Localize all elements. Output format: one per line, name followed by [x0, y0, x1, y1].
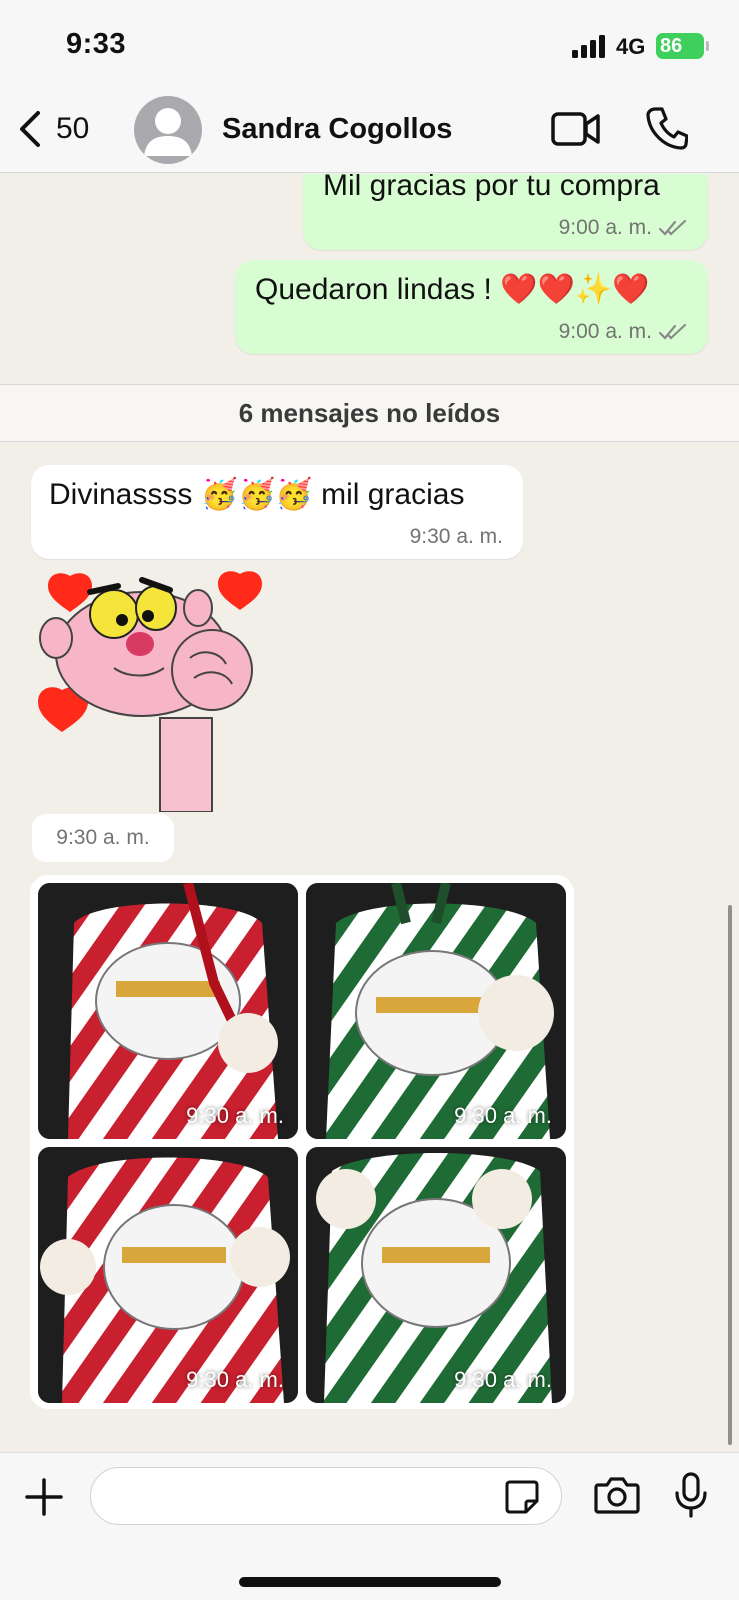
chat-area[interactable]: Mil gracias por tu compra 9:00 a. m. Que…: [0, 174, 739, 1452]
sticker-time: 9:30 a. m.: [32, 814, 174, 862]
photo-thumbnail[interactable]: 9:30 a. m.: [38, 883, 298, 1139]
contact-name[interactable]: Sandra Cogollos: [222, 113, 452, 146]
camera-icon: [594, 1477, 640, 1514]
message-meta: 9:00 a. m.: [559, 320, 688, 344]
back-button[interactable]: 50: [16, 109, 89, 149]
pink-panther-sticker[interactable]: [30, 568, 280, 813]
photo-album[interactable]: 9:30 a. m. 9:30 a. m. 9:30 a. m. 9:30 a.…: [30, 875, 574, 1409]
photo-thumbnail[interactable]: 9:30 a. m.: [38, 1147, 298, 1403]
photo-thumbnail[interactable]: 9:30 a. m.: [306, 883, 566, 1139]
microphone-button[interactable]: [674, 1471, 708, 1524]
message-bubble-incoming[interactable]: Divinassss 🥳🥳🥳 mil gracias 9:30 a. m.: [31, 465, 523, 559]
phone-icon: [646, 107, 689, 150]
unread-count: 50: [56, 112, 90, 145]
chevron-left-icon: [20, 111, 40, 147]
message-text: Quedaron lindas ! ❤️❤️✨❤️: [255, 273, 650, 306]
pink-panther-icon: [38, 571, 262, 813]
photo-time: 9:30 a. m.: [454, 1103, 552, 1128]
photo-time: 9:30 a. m.: [454, 1367, 552, 1392]
gift-bag-image: [38, 883, 298, 1139]
battery-icon: 86: [656, 33, 709, 59]
input-bar: [0, 1452, 739, 1600]
video-call-button[interactable]: [551, 110, 601, 153]
microphone-icon: [675, 1472, 707, 1518]
message-bubble-outgoing[interactable]: Quedaron lindas ! ❤️❤️✨❤️ 9:00 a. m.: [235, 260, 708, 354]
photo-time: 9:30 a. m.: [186, 1103, 284, 1128]
sticker-button[interactable]: [504, 1479, 540, 1520]
home-indicator: [239, 1577, 501, 1587]
video-camera-icon: [551, 112, 600, 146]
message-time: 9:00 a. m.: [558, 216, 652, 239]
gift-bag-image: [306, 1147, 566, 1403]
message-time: 9:00 a. m.: [558, 320, 652, 343]
status-bar: 9:33 4G 86: [0, 0, 739, 95]
chat-header: 50 Sandra Cogollos: [0, 95, 739, 173]
message-text: Mil gracias por tu compra: [323, 174, 660, 202]
attach-button[interactable]: [24, 1477, 64, 1522]
scrollbar[interactable]: [728, 905, 732, 1445]
message-input[interactable]: [90, 1467, 562, 1525]
message-bubble-outgoing[interactable]: Mil gracias por tu compra 9:00 a. m.: [303, 174, 708, 250]
signal-icon: [572, 34, 608, 58]
voice-call-button[interactable]: [646, 106, 689, 155]
person-icon: [144, 108, 192, 156]
network-label: 4G: [616, 34, 646, 59]
camera-button[interactable]: [594, 1475, 640, 1520]
avatar[interactable]: [134, 96, 202, 164]
message-meta: 9:30 a. m.: [410, 525, 503, 549]
double-check-icon: [658, 323, 687, 340]
battery-level: 86: [660, 35, 683, 57]
unread-banner: 6 mensajes no leídos: [0, 384, 739, 442]
message-text: Divinassss 🥳🥳🥳 mil gracias: [49, 478, 465, 511]
photo-time: 9:30 a. m.: [186, 1367, 284, 1392]
double-check-icon: [658, 219, 687, 236]
photo-thumbnail[interactable]: 9:30 a. m.: [306, 1147, 566, 1403]
gift-bag-image: [38, 1147, 298, 1403]
gift-bag-image: [306, 883, 566, 1139]
message-time: 9:30 a. m.: [409, 525, 503, 548]
status-time: 9:33: [66, 28, 127, 60]
plus-icon: [25, 1478, 63, 1516]
message-meta: 9:00 a. m.: [559, 216, 688, 240]
sticker-icon: [505, 1480, 539, 1514]
